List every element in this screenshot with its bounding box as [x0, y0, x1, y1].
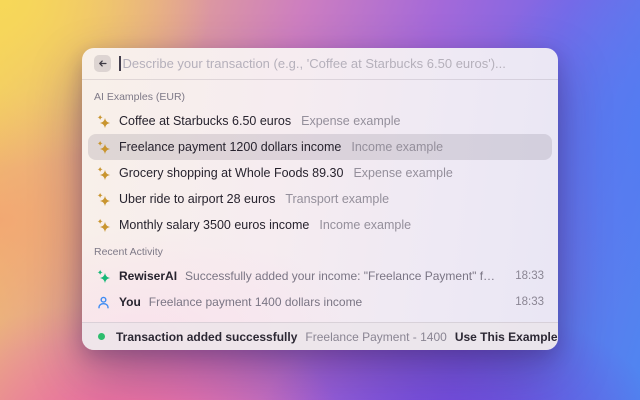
back-button[interactable] [94, 55, 111, 72]
arrow-left-icon [97, 58, 108, 69]
item-subtitle: Transport example [285, 192, 389, 206]
list-item-uber[interactable]: Uber ride to airport 28 euros Transport … [88, 186, 552, 212]
sparkles-icon [96, 140, 111, 155]
list-item-freelance[interactable]: Freelance payment 1200 dollars income In… [88, 134, 552, 160]
item-title: Coffee at Starbucks 6.50 euros [119, 114, 291, 128]
item-title: Uber ride to airport 28 euros [119, 192, 275, 206]
item-title: Freelance payment 1200 dollars income [119, 140, 341, 154]
status-detail: Freelance Payment - 1400 [305, 330, 446, 344]
item-title: Grocery shopping at Whole Foods 89.30 [119, 166, 343, 180]
user-icon [96, 295, 111, 310]
use-this-example-button[interactable]: Use This Example [455, 330, 558, 344]
sparkles-icon [96, 166, 111, 181]
sparkles-icon [96, 114, 111, 129]
item-subtitle: Expense example [301, 114, 400, 128]
activity-sender: You [119, 295, 141, 309]
search-bar [82, 48, 558, 80]
sparkles-icon [96, 192, 111, 207]
activity-message: Freelance payment 1400 dollars income [149, 295, 362, 309]
item-subtitle: Income example [319, 218, 411, 232]
activity-time: 18:33 [507, 270, 544, 282]
results-list: AI Examples (EUR) Coffee at Starbucks 6.… [82, 80, 558, 322]
section-title-recent-activity: Recent Activity [94, 246, 546, 258]
footer-actions: Use This Example ↵ Actions ⌘ K [455, 328, 558, 345]
activity-sender: RewiserAI [119, 269, 177, 283]
list-item-coffee[interactable]: Coffee at Starbucks 6.50 euros Expense e… [88, 108, 552, 134]
activity-time: 18:33 [507, 296, 544, 308]
status-footer: Transaction added successfully Freelance… [82, 322, 558, 350]
item-subtitle: Income example [351, 140, 443, 154]
list-item-grocery[interactable]: Grocery shopping at Whole Foods 89.30 Ex… [88, 160, 552, 186]
item-subtitle: Expense example [353, 166, 452, 180]
activity-message: Successfully added your income: "Freelan… [185, 269, 499, 283]
desktop-background: AI Examples (EUR) Coffee at Starbucks 6.… [0, 0, 640, 400]
item-title: Monthly salary 3500 euros income [119, 218, 309, 232]
activity-row-rewiserai[interactable]: RewiserAI Successfully added your income… [88, 263, 552, 289]
activity-row-you[interactable]: You Freelance payment 1400 dollars incom… [88, 289, 552, 315]
sparkles-green-icon [96, 269, 111, 284]
sparkles-icon [96, 218, 111, 233]
list-item-salary[interactable]: Monthly salary 3500 euros income Income … [88, 212, 552, 238]
text-caret [119, 56, 121, 71]
status-text: Transaction added successfully [116, 330, 297, 344]
status-dot [98, 333, 105, 340]
section-title-ai-examples: AI Examples (EUR) [94, 91, 546, 103]
command-palette-window: AI Examples (EUR) Coffee at Starbucks 6.… [82, 48, 558, 350]
transaction-input[interactable] [123, 56, 547, 71]
